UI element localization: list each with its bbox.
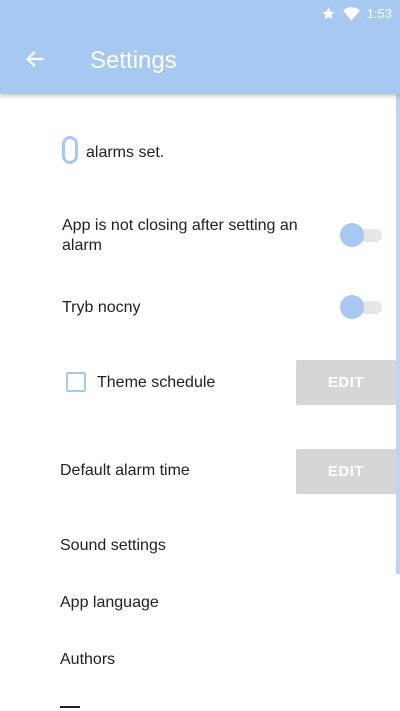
night-mode-switch[interactable] (340, 293, 384, 321)
night-mode-label: Tryb nocny (62, 299, 141, 316)
alarm-count-badge: 0 (62, 136, 78, 164)
back-button[interactable] (20, 46, 50, 76)
app-bar: 1:53 Settings (0, 0, 400, 94)
default-alarm-time-edit-button[interactable]: EDIT (296, 449, 396, 494)
wifi-icon (342, 6, 360, 21)
theme-schedule-edit-button[interactable]: EDIT (296, 360, 396, 405)
theme-schedule-checkbox[interactable] (66, 372, 86, 392)
scroll-indicator (396, 94, 400, 574)
authors-item[interactable]: Authors (60, 650, 115, 670)
alarms-set-label: alarms set. (86, 144, 165, 161)
default-alarm-time-label: Default alarm time (60, 462, 190, 479)
page-title: Settings (90, 47, 177, 74)
status-time: 1:53 (366, 5, 392, 21)
app-language-item[interactable]: App language (60, 593, 159, 613)
keep-open-label: App is not closing after setting an alar… (62, 217, 298, 254)
theme-schedule-label: Theme schedule (97, 374, 216, 391)
sound-settings-item[interactable]: Sound settings (60, 536, 166, 556)
keep-open-switch[interactable] (340, 221, 384, 249)
arrow-left-icon (24, 48, 46, 75)
status-bar: 1:53 (321, 4, 392, 22)
switch-thumb (340, 223, 364, 247)
switch-thumb (340, 295, 364, 319)
star-icon (321, 6, 336, 21)
partially-visible-list-item (60, 706, 80, 708)
